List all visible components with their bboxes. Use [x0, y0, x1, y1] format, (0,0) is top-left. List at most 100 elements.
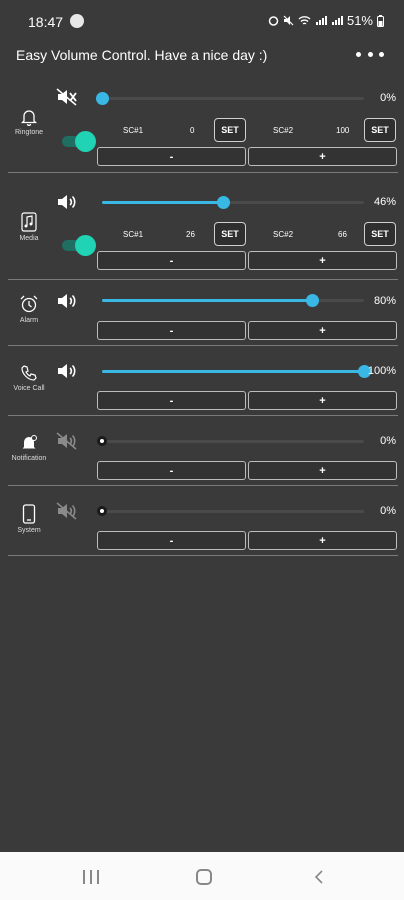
volume-percent: 0%: [380, 92, 396, 104]
volume-slider[interactable]: [97, 436, 364, 446]
sc2-set-button[interactable]: SET: [364, 118, 396, 142]
volume-up-button[interactable]: +: [248, 391, 397, 410]
volume-up-button[interactable]: +: [248, 461, 397, 480]
stream-row-alarm: Alarm 80% - +: [8, 284, 398, 346]
sc1-label: SC#1: [123, 126, 144, 135]
stream-label: System: [17, 527, 41, 534]
more-menu-dot: [367, 51, 373, 57]
stream-row-system: System 0% - +: [8, 494, 398, 556]
recents-icon-bar: [97, 870, 99, 884]
sc2-value: 66: [338, 230, 347, 239]
volume-fill: [102, 299, 312, 302]
sc1-label: SC#1: [123, 230, 144, 239]
volume-down-button[interactable]: -: [97, 251, 246, 270]
recents-button[interactable]: [83, 870, 99, 884]
volume-up-button[interactable]: +: [248, 531, 397, 550]
battery-percent: 51%: [346, 13, 373, 28]
muted-volume-icon[interactable]: [56, 502, 78, 520]
sc1-set-button[interactable]: SET: [214, 222, 246, 246]
app-title: Easy Volume Control. Have a nice day :): [16, 47, 268, 63]
stream-side-alarm: Alarm: [8, 294, 50, 324]
volume-up-button[interactable]: +: [248, 321, 397, 340]
wifi-icon: [298, 16, 311, 25]
sc1-value: 0: [190, 126, 195, 135]
alarm-clock-icon: [20, 295, 38, 313]
recents-icon-bar: [90, 870, 92, 884]
volume-down-button[interactable]: -: [97, 147, 246, 166]
stream-label: Ringtone: [14, 129, 44, 136]
slider-thumb[interactable]: [96, 92, 109, 105]
slider-thumb[interactable]: [97, 436, 107, 446]
music-note-icon: [21, 212, 37, 232]
slider-thumb[interactable]: [97, 506, 107, 516]
volume-down-button[interactable]: -: [97, 531, 246, 550]
stream-side-ringtone: Ringtone: [8, 108, 50, 136]
sc2-label: SC#2: [273, 126, 294, 135]
stream-side-notification: Notification: [8, 434, 50, 462]
volume-slider[interactable]: [102, 294, 364, 307]
stream-side-voice-call: Voice Call: [8, 364, 50, 392]
app-notification-icon: [70, 14, 84, 28]
volume-slider[interactable]: [102, 365, 371, 378]
volume-up-button[interactable]: +: [248, 147, 397, 166]
bell-icon: [20, 110, 38, 126]
stream-row-notification: Notification 0% - +: [8, 424, 398, 486]
status-bar: 18:47 51%: [0, 0, 404, 40]
signal-icon-2: [331, 16, 343, 25]
battery-icon: [377, 14, 384, 27]
volume-slider[interactable]: [102, 196, 364, 209]
system-nav-bar: [0, 852, 404, 900]
sc1-value: 26: [186, 230, 195, 239]
signal-icon: [315, 16, 327, 25]
more-menu-button[interactable]: [356, 44, 384, 64]
alarm-status-icon: [268, 16, 279, 26]
stream-label: Media: [19, 235, 39, 242]
app-bar: Easy Volume Control. Have a nice day :): [0, 40, 404, 70]
toggle-knob: [75, 131, 96, 152]
status-time: 18:47: [28, 14, 64, 30]
more-menu-dot: [379, 51, 384, 57]
status-icons: 51%: [268, 13, 384, 28]
stream-label: Notification: [11, 455, 47, 462]
toggle-knob: [75, 235, 96, 256]
stream-row-voice-call: Voice Call 100% - +: [8, 354, 398, 416]
sc2-value: 100: [336, 126, 350, 135]
stream-row-media: Media 46% SC#1 26 SET SC#2 66 SET - +: [8, 180, 398, 280]
shortcut-toggle[interactable]: [62, 235, 96, 256]
volume-percent: 100%: [367, 365, 396, 377]
home-button[interactable]: [196, 869, 212, 885]
slider-thumb[interactable]: [305, 294, 319, 307]
mute-status-icon: [283, 15, 294, 26]
shortcut-toggle[interactable]: [62, 131, 96, 152]
muted-volume-icon[interactable]: [56, 432, 78, 450]
sc2-label: SC#2: [273, 230, 294, 239]
volume-fill: [102, 201, 223, 204]
back-button[interactable]: [313, 870, 325, 884]
recents-icon: [83, 870, 85, 884]
stream-side-system: System: [8, 504, 50, 534]
phone-icon: [21, 365, 37, 381]
volume-percent: 0%: [380, 435, 396, 447]
stream-label: Voice Call: [13, 385, 45, 392]
volume-fill: [102, 370, 364, 373]
volume-percent: 0%: [380, 505, 396, 517]
volume-down-button[interactable]: -: [97, 391, 246, 410]
notification-bell-icon: [22, 435, 37, 449]
volume-icon[interactable]: [56, 362, 78, 380]
volume-icon[interactable]: [56, 292, 78, 310]
stream-row-ringtone: Ringtone 0% SC#1 0 SET SC#2 100 SET - +: [8, 78, 398, 173]
volume-down-button[interactable]: -: [97, 461, 246, 480]
volume-slider[interactable]: [97, 506, 364, 516]
slider-thumb[interactable]: [216, 196, 230, 209]
volume-up-button[interactable]: +: [248, 251, 397, 270]
volume-percent: 46%: [373, 196, 396, 208]
more-menu-icon: [356, 51, 361, 57]
stream-label: Alarm: [19, 317, 39, 324]
volume-icon[interactable]: [56, 193, 78, 211]
muted-icon[interactable]: [56, 88, 78, 106]
volume-percent: 80%: [373, 295, 396, 307]
sc1-set-button[interactable]: SET: [214, 118, 246, 142]
volume-down-button[interactable]: -: [97, 321, 246, 340]
sc2-set-button[interactable]: SET: [364, 222, 396, 246]
volume-slider[interactable]: [96, 92, 364, 105]
